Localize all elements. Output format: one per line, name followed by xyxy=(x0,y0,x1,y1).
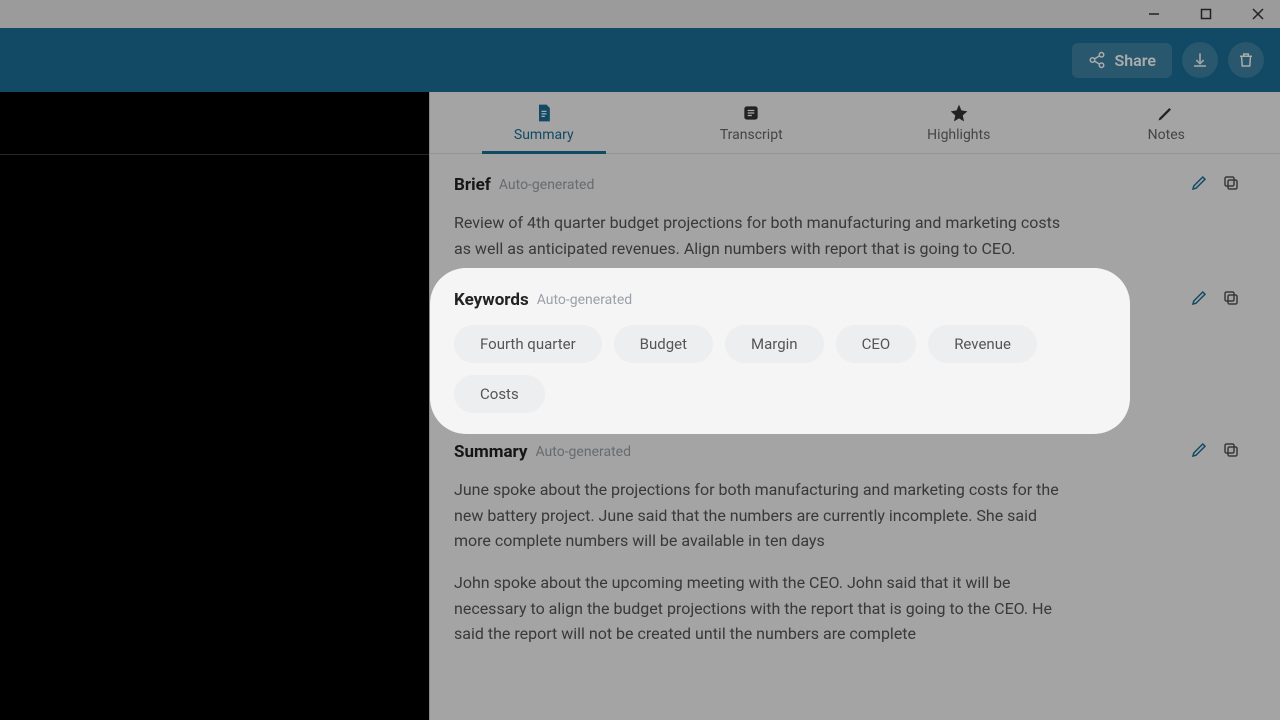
section-summary: Summary Auto-generated June spoke about … xyxy=(454,441,1240,647)
download-icon xyxy=(1191,51,1209,69)
download-button[interactable] xyxy=(1182,42,1218,78)
copy-icon xyxy=(1222,441,1240,459)
tab-summary[interactable]: Summary xyxy=(440,92,648,153)
window-minimize-button[interactable] xyxy=(1140,0,1168,28)
section-actions xyxy=(1190,441,1240,463)
copy-icon xyxy=(1222,289,1240,307)
copy-icon xyxy=(1222,174,1240,192)
tab-label: Highlights xyxy=(927,127,990,143)
tab-label: Notes xyxy=(1148,127,1185,143)
video-pane[interactable] xyxy=(0,92,430,720)
delete-button[interactable] xyxy=(1228,42,1264,78)
section-title: Brief xyxy=(454,175,491,195)
edit-button[interactable] xyxy=(1190,441,1208,463)
tab-label: Summary xyxy=(514,127,574,143)
copy-button[interactable] xyxy=(1222,174,1240,196)
summary-paragraph: John spoke about the upcoming meeting wi… xyxy=(454,570,1064,647)
section-brief: Brief Auto-generated Review of 4th quart… xyxy=(454,174,1240,261)
video-timeline[interactable] xyxy=(0,154,429,155)
share-icon xyxy=(1088,51,1106,69)
pencil-icon xyxy=(1156,103,1176,123)
sections: Brief Auto-generated Review of 4th quart… xyxy=(430,154,1280,715)
tab-transcript[interactable]: Transcript xyxy=(648,92,856,153)
tab-notes[interactable]: Notes xyxy=(1063,92,1271,153)
window-maximize-button[interactable] xyxy=(1192,0,1220,28)
tab-highlights[interactable]: Highlights xyxy=(855,92,1063,153)
highlight-spotlight xyxy=(430,268,1130,434)
summary-icon xyxy=(534,103,554,123)
section-body: June spoke about the projections for bot… xyxy=(454,477,1064,647)
share-label: Share xyxy=(1114,51,1156,70)
trash-icon xyxy=(1237,51,1255,69)
copy-button[interactable] xyxy=(1222,441,1240,463)
share-button[interactable]: Share xyxy=(1072,43,1172,78)
app-toolbar: Share xyxy=(0,28,1280,92)
star-icon xyxy=(949,103,969,123)
window-close-button[interactable] xyxy=(1244,0,1272,28)
window-titlebar xyxy=(0,0,1280,28)
section-tag: Auto-generated xyxy=(535,444,631,460)
brief-text: Review of 4th quarter budget projections… xyxy=(454,210,1064,261)
edit-icon xyxy=(1190,174,1208,192)
edit-button[interactable] xyxy=(1190,289,1208,311)
edit-button[interactable] xyxy=(1190,174,1208,196)
transcript-icon xyxy=(741,103,761,123)
section-header: Brief Auto-generated xyxy=(454,174,1240,196)
section-tag: Auto-generated xyxy=(499,177,595,193)
tab-label: Transcript xyxy=(720,127,783,143)
section-body: Review of 4th quarter budget projections… xyxy=(454,210,1064,261)
maximize-icon xyxy=(1200,8,1212,20)
copy-button[interactable] xyxy=(1222,289,1240,311)
close-icon xyxy=(1252,8,1264,20)
section-actions xyxy=(1190,289,1240,311)
app-window: Share Summary Transcript xyxy=(0,0,1280,720)
edit-icon xyxy=(1190,441,1208,459)
edit-icon xyxy=(1190,289,1208,307)
minimize-icon xyxy=(1148,8,1160,20)
section-header: Summary Auto-generated xyxy=(454,441,1240,463)
section-actions xyxy=(1190,174,1240,196)
section-title: Summary xyxy=(454,442,527,462)
content-tabs: Summary Transcript Highlights Notes xyxy=(430,92,1280,154)
summary-paragraph: June spoke about the projections for bot… xyxy=(454,477,1064,554)
